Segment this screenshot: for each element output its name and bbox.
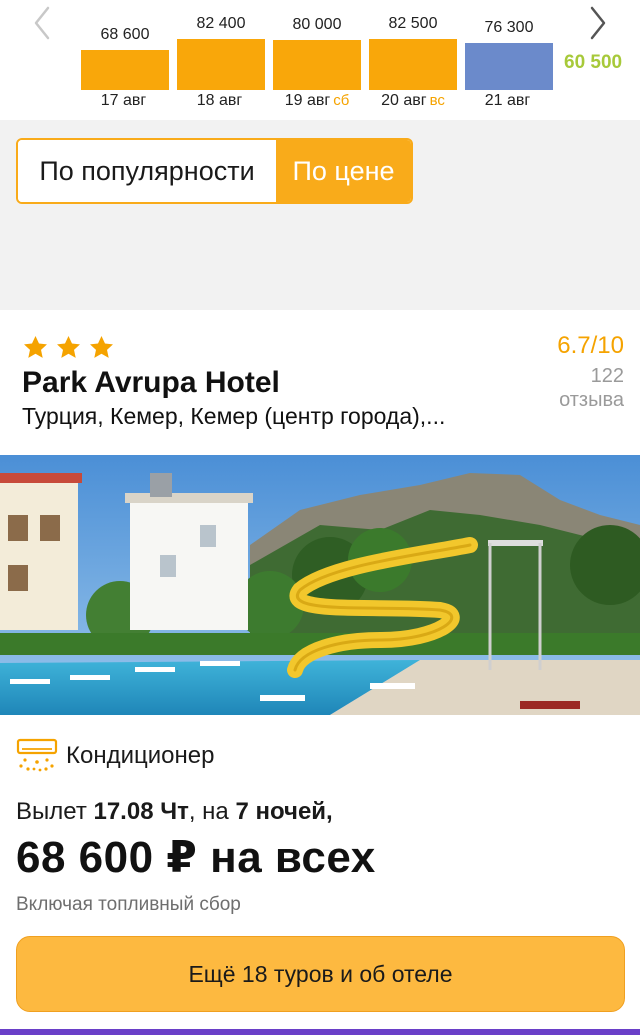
day-price: 82 500 [388, 15, 438, 32]
hotel-name[interactable]: Park Avrupa Hotel [22, 366, 280, 400]
star-icon [55, 334, 82, 361]
price-calendar: 68 600 17 авг 82 400 18 авг 80 000 19 ав… [0, 0, 640, 120]
hotel-stars [22, 334, 115, 361]
chevron-left-icon[interactable] [30, 4, 54, 42]
day-price: 68 600 [100, 26, 150, 43]
next-day-price[interactable]: 60 500 [564, 52, 622, 74]
day-price-bar [81, 50, 169, 90]
day-price-bar [177, 39, 265, 90]
day-date: 20 авг вс [381, 92, 445, 109]
price-note: Включая топливный сбор [16, 894, 241, 915]
day-price-bar [273, 40, 361, 90]
calendar-day[interactable]: 68 600 17 авг [81, 0, 169, 120]
nights-count: 7 ночей [235, 798, 327, 825]
rating-score: 6.7/10 [557, 332, 624, 359]
chevron-right-icon[interactable] [586, 4, 610, 42]
calendar-day[interactable]: 76 300 21 авг [465, 0, 553, 120]
calendar-day[interactable]: 82 400 18 авг [177, 0, 265, 120]
hotel-photo[interactable] [0, 455, 640, 715]
star-icon [88, 334, 115, 361]
sort-by-popularity-button[interactable]: По популярности [18, 140, 276, 202]
amenity-label: Кондиционер [66, 742, 215, 769]
more-tours-button[interactable]: Ещё 18 туров и об отеле [16, 936, 625, 1012]
day-price-bar [369, 39, 457, 90]
departure-date: 17.08 Чт [93, 798, 189, 825]
bottom-bar-edge [0, 1029, 640, 1035]
star-icon [22, 334, 49, 361]
review-count: 122 отзыва [559, 365, 624, 411]
calendar-day[interactable]: 82 500 20 авг вс [369, 0, 457, 120]
hotel-card[interactable]: Park Avrupa Hotel Турция, Кемер, Кемер (… [0, 310, 640, 1035]
hotel-rating[interactable]: 6.7/10 122 отзыва [557, 332, 624, 412]
day-price: 82 400 [196, 15, 246, 32]
sort-by-price-button[interactable]: По цене [276, 140, 411, 202]
amenity-item: Кондиционер [16, 738, 214, 774]
sort-toggle: По популярности По цене [16, 138, 413, 204]
day-date: 19 авг сб [284, 92, 350, 109]
sort-section: По популярности По цене [0, 120, 640, 310]
tour-price: 68 600 ₽ на всех [16, 833, 376, 882]
day-price: 76 300 [484, 19, 534, 36]
calendar-day[interactable]: 80 000 19 авг сб [273, 0, 361, 120]
day-price-bar [465, 43, 553, 90]
day-date: 17 авг [100, 92, 147, 109]
day-date: 18 авг [196, 92, 243, 109]
departure-info: Вылет 17.08 Чт, на 7 ночей, [16, 798, 333, 825]
air-conditioner-icon [16, 738, 58, 774]
hotel-location: Турция, Кемер, Кемер (центр города),... [22, 403, 446, 429]
day-price: 80 000 [292, 16, 342, 33]
day-date: 21 авг [484, 92, 531, 109]
